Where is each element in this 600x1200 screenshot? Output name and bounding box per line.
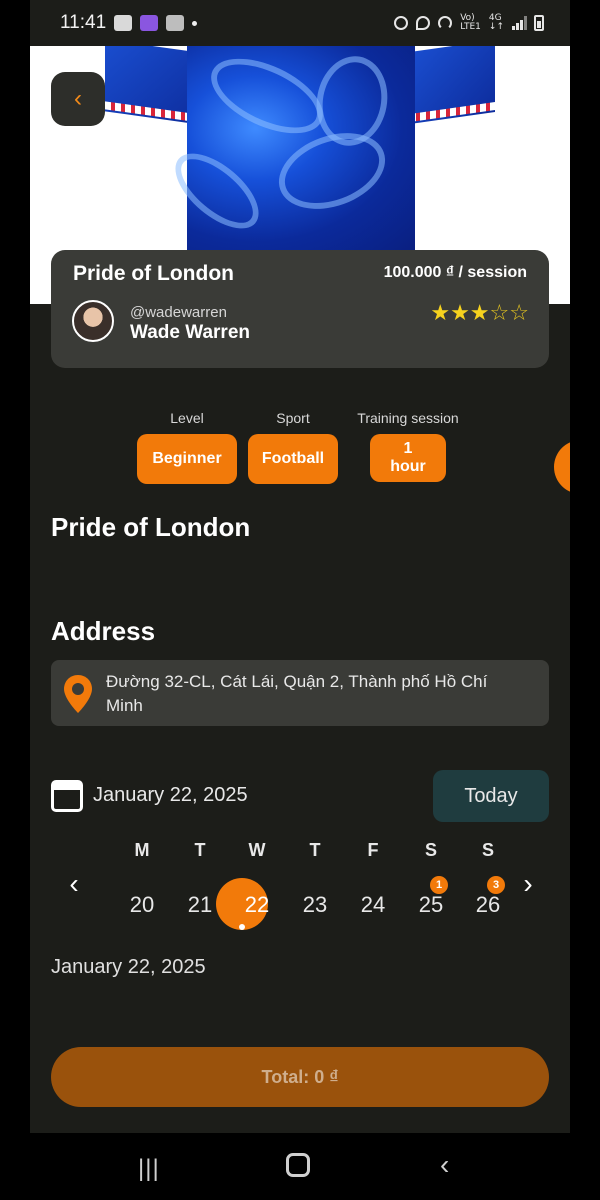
prev-week-button[interactable]: ‹ (62, 868, 86, 900)
training-session-chip[interactable]: 1 hour (370, 434, 446, 482)
today-button[interactable]: Today (433, 770, 549, 822)
star-rating: ★★★☆☆ (430, 300, 529, 326)
current-date-label: January 22, 2025 (93, 784, 248, 806)
course-title: Pride of London (73, 262, 234, 285)
day-cell[interactable]: 25 (405, 892, 457, 920)
jersey-swirl (162, 139, 272, 243)
system-navigation-bar: ||| ‹ (0, 1133, 600, 1200)
weekday-header: T (309, 840, 321, 860)
sport-label: Sport (276, 410, 310, 426)
calendar-icon[interactable] (51, 780, 83, 812)
weekday-header: M (134, 840, 150, 860)
level-chip[interactable]: Beginner (137, 434, 237, 484)
address-heading: Address (51, 616, 156, 646)
location-icon (416, 16, 431, 30)
star-filled-icon: ★ (450, 300, 470, 325)
day-session-count-badge: 3 (487, 876, 505, 894)
level-label: Level (170, 410, 204, 426)
status-right: Vo) LTE1 4G ↓↑ (394, 14, 544, 32)
hotspot-icon (438, 16, 453, 30)
status-bar: 11:41 Vo) LTE1 4G ↓↑ (30, 0, 570, 46)
status-time: 11:41 (60, 12, 107, 33)
weekday-header: W (248, 840, 266, 860)
coach-avatar[interactable] (72, 300, 114, 342)
training-session-label: Training session (357, 410, 459, 426)
weekday-header: F (367, 840, 379, 860)
sport-chip[interactable]: Football (248, 434, 338, 484)
chevron-left-icon: ‹ (74, 85, 82, 112)
back-button[interactable]: ‹ (51, 72, 105, 126)
day-session-count-badge: 1 (430, 876, 448, 894)
training-session-chip-group: Training session 1 hour (348, 410, 468, 482)
description-title: Pride of London (51, 512, 251, 542)
status-left: 11:41 (60, 12, 198, 34)
day-cell[interactable]: 24 (347, 892, 399, 920)
sport-chip-group: Sport Football (248, 410, 338, 484)
star-filled-icon: ★ (469, 300, 490, 325)
media-notification-icon (166, 15, 185, 31)
jersey-swirl (199, 46, 335, 149)
recent-apps-button[interactable]: ||| (138, 1155, 160, 1183)
system-back-button[interactable]: ‹ (440, 1149, 449, 1181)
network-type-label: Vo) LTE1 (460, 13, 481, 32)
star-empty-icon: ☆ (509, 300, 529, 325)
weekday-header: S (424, 840, 437, 860)
side-floating-handle[interactable] (554, 440, 570, 494)
date-header-row: January 22, 2025 Today (51, 770, 549, 822)
more-notifications-icon (192, 20, 198, 26)
address-box[interactable]: Đường 32-CL, Cát Lái, Quận 2, Thành phố … (51, 660, 549, 726)
app-screen: 11:41 Vo) LTE1 4G ↓↑ ‹ Pride of London 1… (30, 0, 570, 1200)
star-empty-icon: ☆ (489, 300, 510, 325)
battery-icon (534, 15, 544, 31)
course-info-card: Pride of London 100.000 ₫ / session @wad… (51, 250, 549, 368)
address-text: Đường 32-CL, Cát Lái, Quận 2, Thành phố … (106, 672, 488, 715)
coach-name: Wade Warren (130, 322, 251, 343)
level-chip-group: Level Beginner (137, 410, 237, 484)
home-button[interactable] (286, 1153, 310, 1177)
total-button[interactable]: Total: 0 ₫ (51, 1047, 549, 1107)
star-filled-icon: ★ (430, 300, 451, 325)
alarm-icon (394, 16, 409, 30)
location-pin-icon (64, 675, 92, 713)
day-cell[interactable]: 26 (462, 892, 514, 920)
signal-icon (512, 16, 527, 30)
day-cell[interactable]: 22 (231, 892, 283, 920)
weekday-header: T (194, 840, 206, 860)
app-notification-icon (140, 15, 159, 31)
jersey-image (162, 46, 415, 252)
day-cell[interactable]: 23 (289, 892, 341, 920)
gallery-notification-icon (114, 15, 133, 31)
course-price: 100.000 ₫ / session (383, 264, 527, 281)
network-4g-label: 4G ↓↑ (488, 13, 504, 32)
day-cell[interactable]: 20 (116, 892, 168, 920)
selected-date-text: January 22, 2025 (51, 956, 206, 978)
coach-handle: @wadewarren (130, 304, 227, 321)
weekday-header: S (481, 840, 494, 860)
next-week-button[interactable]: › (516, 868, 540, 900)
selected-day-dot (239, 924, 245, 930)
